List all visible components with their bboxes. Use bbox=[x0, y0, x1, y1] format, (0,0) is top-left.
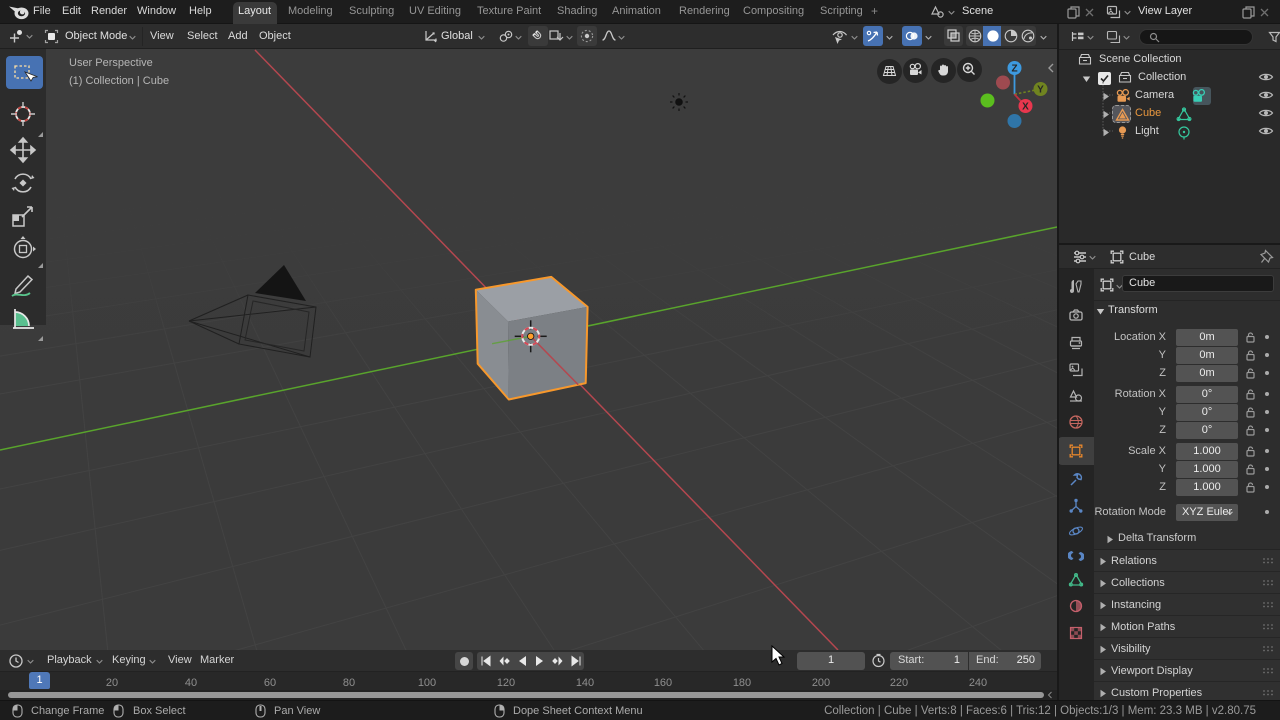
svg-text:X: X bbox=[1022, 102, 1029, 113]
svg-text:Z: Z bbox=[1011, 64, 1017, 75]
svg-text:Y: Y bbox=[1037, 85, 1044, 96]
